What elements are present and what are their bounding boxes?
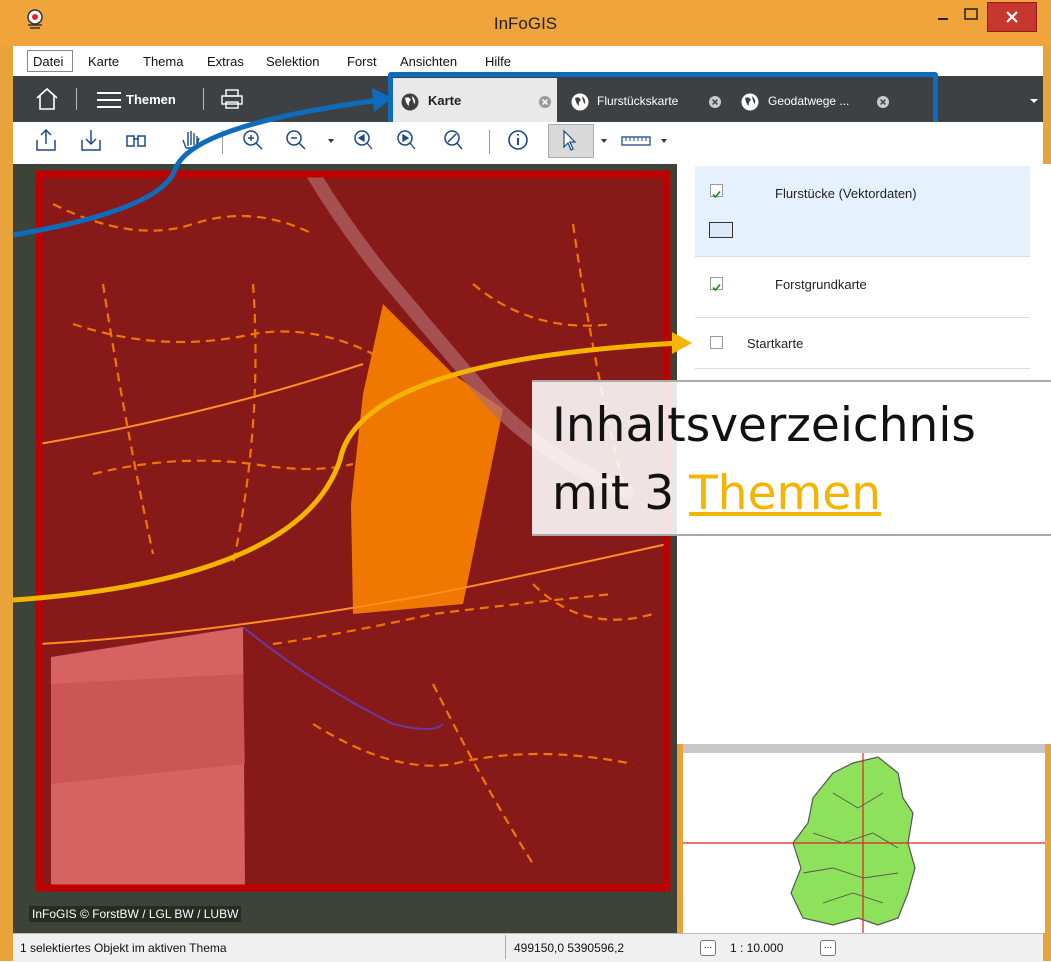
chevron-down-icon[interactable] (327, 138, 335, 144)
menu-karte[interactable]: Karte (88, 54, 119, 69)
close-button[interactable] (987, 2, 1037, 32)
layer-label-flurstuecke: Flurstücke (Vektordaten) (775, 186, 917, 201)
menu-extras[interactable]: Extras (207, 54, 244, 69)
coordinates-more-button[interactable]: ... (700, 940, 716, 956)
zoom-next-icon[interactable] (393, 126, 419, 154)
chevron-down-icon[interactable] (600, 138, 608, 144)
select-arrow-icon (563, 129, 577, 151)
status-selection-text: 1 selektiertes Objekt im aktiven Thema (20, 941, 227, 955)
callout-line2: mit 3 Themen (552, 466, 881, 521)
callout-highlight: Themen (689, 466, 881, 521)
layer-checkbox[interactable] (710, 184, 723, 199)
hamburger-menu-icon[interactable] (96, 90, 122, 110)
select-tool-button[interactable] (548, 124, 594, 158)
check-icon (712, 283, 721, 292)
map-view[interactable]: InFoGIS © ForstBW / LGL BW / LUBW (13, 164, 677, 933)
menu-thema[interactable]: Thema (143, 54, 183, 69)
status-coordinates: 499150,0 5390596,2 (514, 941, 625, 955)
zoom-extent-icon[interactable] (440, 126, 466, 154)
scale-more-button[interactable]: ... (820, 940, 836, 956)
check-icon (712, 190, 721, 199)
export-icon[interactable] (33, 126, 59, 154)
region-shape (790, 756, 916, 926)
minimize-icon[interactable] (930, 6, 956, 26)
toolbar-separator (489, 130, 490, 154)
menu-datei[interactable]: Datei (33, 54, 63, 69)
menu-selektion[interactable]: Selektion (266, 54, 319, 69)
maximize-icon[interactable] (958, 6, 984, 26)
home-icon[interactable] (34, 86, 60, 112)
layer-checkbox[interactable] (710, 277, 723, 292)
layer-symbol (709, 222, 733, 238)
zoom-previous-icon[interactable] (350, 126, 376, 154)
toolbar-separator (76, 88, 77, 110)
panel-splitter[interactable] (683, 744, 1045, 753)
overview-map[interactable] (683, 753, 1045, 933)
layer-label-forstgrundkarte: Forstgrundkarte (775, 277, 867, 292)
callout-prefix: mit 3 (552, 466, 675, 521)
close-icon (1006, 11, 1018, 23)
zoom-in-icon[interactable] (240, 126, 266, 154)
chevron-down-icon[interactable] (1028, 96, 1040, 106)
menu-hilfe[interactable]: Hilfe (485, 54, 511, 69)
layer-row-flurstuecke[interactable]: Flurstücke (Vektordaten) (695, 166, 1030, 257)
info-icon[interactable] (505, 126, 531, 154)
hand-pan-icon[interactable] (178, 126, 204, 154)
binoculars-icon[interactable] (123, 126, 149, 154)
layer-checkbox[interactable] (710, 336, 723, 349)
window-title: InFoGIS (493, 14, 558, 33)
toolbar-separator (222, 130, 223, 154)
themes-button-label[interactable]: Themen (126, 92, 176, 107)
print-icon[interactable] (220, 88, 244, 110)
status-separator (505, 935, 506, 959)
menu-forst[interactable]: Forst (347, 54, 377, 69)
callout-line1: Inhaltsverzeichnis (552, 398, 976, 453)
zoom-out-icon[interactable] (283, 126, 309, 154)
layer-label-startkarte: Startkarte (747, 336, 804, 351)
layer-row-startkarte[interactable]: Startkarte (695, 318, 1030, 369)
chevron-down-icon[interactable] (660, 138, 668, 144)
status-scale: 1 : 10.000 (730, 941, 784, 955)
toolbar-separator (203, 88, 204, 110)
import-icon[interactable] (78, 126, 104, 154)
menu-ansichten[interactable]: Ansichten (400, 54, 457, 69)
scale-ruler-icon[interactable] (620, 126, 652, 154)
overview-map-canvas (683, 753, 1045, 933)
layer-row-forstgrundkarte[interactable]: Forstgrundkarte (695, 257, 1030, 318)
map-canvas (13, 164, 677, 933)
map-attribution: InFoGIS © ForstBW / LGL BW / LUBW (29, 906, 242, 922)
